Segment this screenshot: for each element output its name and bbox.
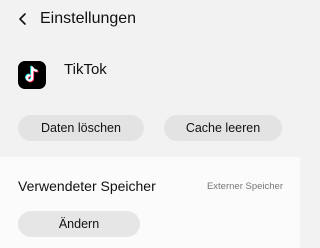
back-button[interactable] (14, 10, 32, 28)
page-title: Einstellungen (40, 10, 137, 27)
chevron-left-icon (19, 13, 26, 25)
storage-location-value[interactable]: Externer Speicher (207, 181, 283, 193)
clear-cache-button[interactable]: Cache leeren (164, 115, 282, 141)
storage-label: Verwendeter Speicher (18, 178, 156, 194)
app-name: TikTok (64, 61, 107, 78)
tiktok-logo-icon (18, 61, 46, 89)
change-storage-button[interactable]: Ändern (18, 211, 140, 237)
header: Einstellungen (0, 0, 300, 40)
clear-data-button[interactable]: Daten löschen (18, 115, 144, 141)
app-info-row: TikTok (0, 56, 300, 96)
app-settings-page: Einstellungen TikTok Daten löschen Cache… (0, 0, 300, 248)
storage-card: Verwendeter Speicher Externer Speicher Ä… (0, 157, 300, 248)
